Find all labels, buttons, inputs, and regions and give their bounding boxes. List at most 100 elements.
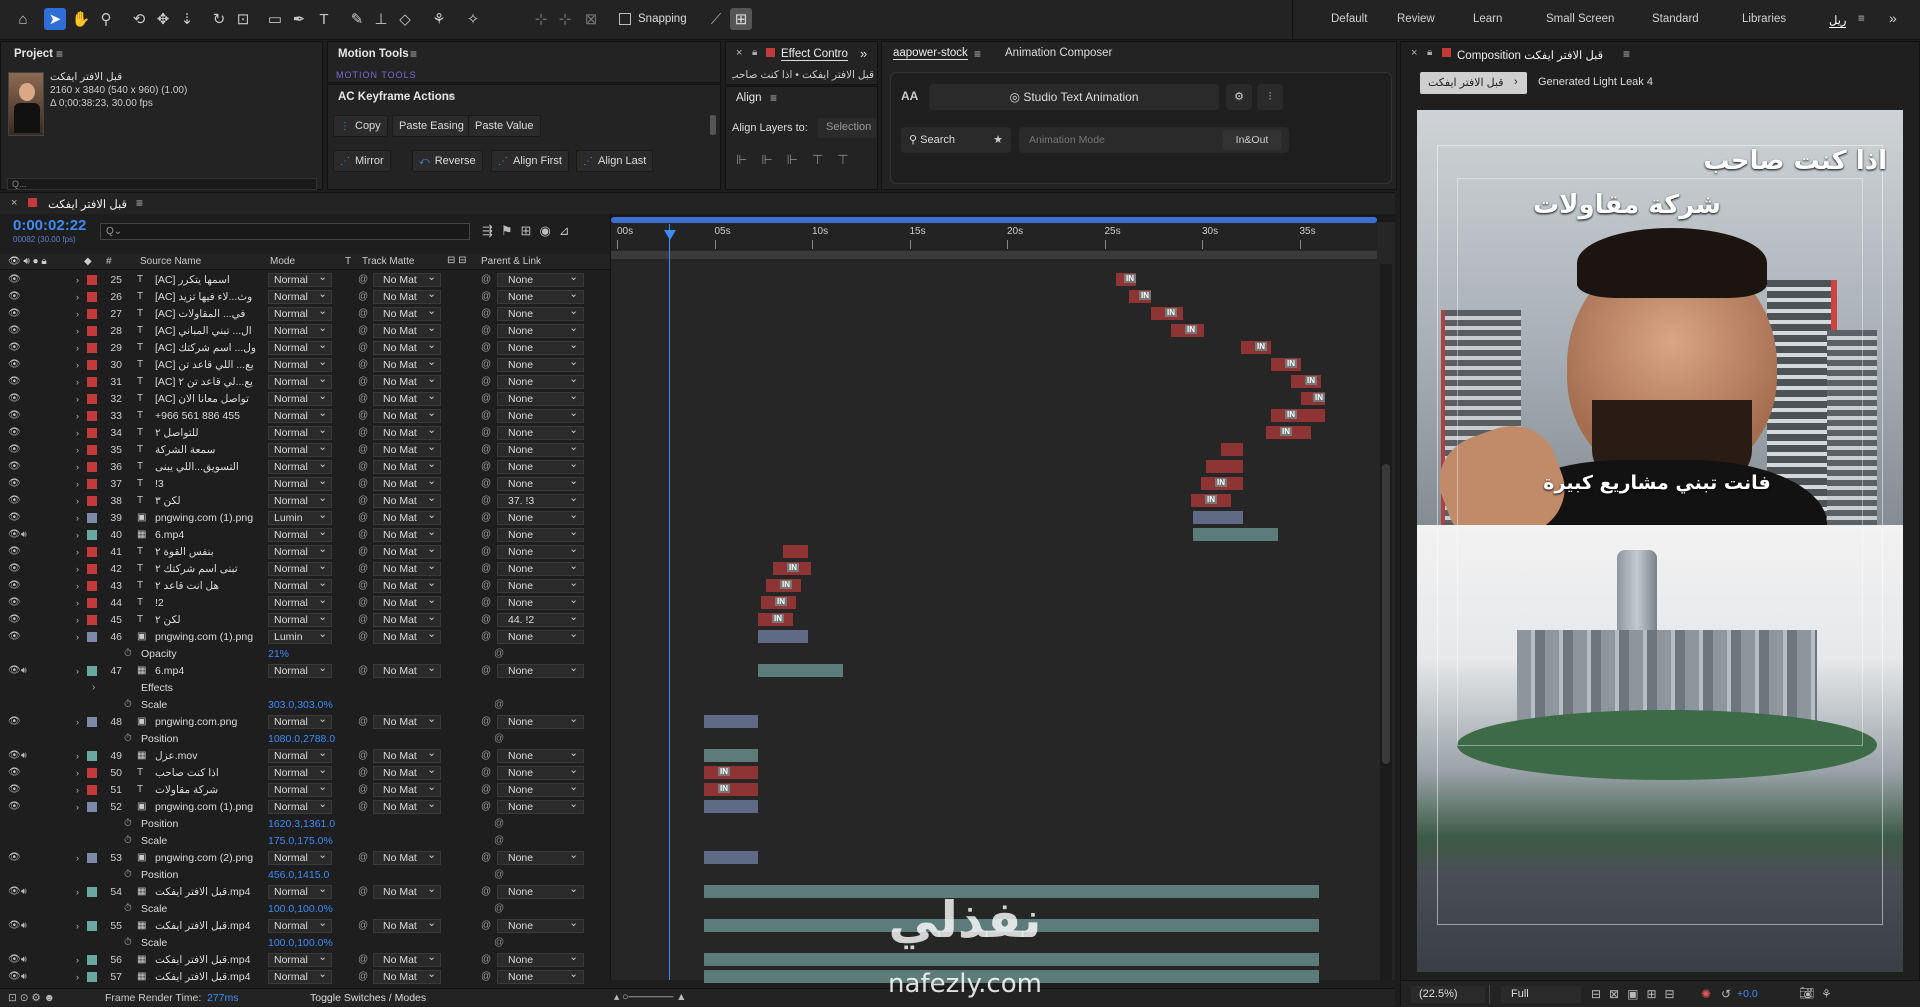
eye-icon[interactable]: 👁︎ <box>8 597 21 608</box>
matte-source-icon[interactable]: @ <box>358 274 368 285</box>
parent-pickwhip-icon[interactable]: @ <box>481 750 491 761</box>
layer-row[interactable]: 👁︎ › 53 ▣ pngwing.com (2).pngNormal @ No Mat @ N… <box>0 849 610 866</box>
parent-pickwhip-icon[interactable]: @ <box>481 597 491 608</box>
star-icon[interactable]: ★ <box>993 127 1003 153</box>
anchor-tool-icon[interactable]: ⊡ <box>232 8 254 30</box>
chevron-right-icon[interactable]: › <box>76 887 79 897</box>
animation-composer-tab[interactable]: Animation Composer <box>1005 47 1112 59</box>
layer-row[interactable]: 👁︎🔊︎ › 54 ▦ قبل الافتر ايفكت.mp4Normal @ No Ma… <box>0 883 610 900</box>
chevron-right-icon[interactable]: › <box>76 955 79 965</box>
layer-row[interactable]: 👁︎ › 28 T [AC] ال... تبني المبانيNormal @ No M… <box>0 322 610 339</box>
stopwatch-icon[interactable]: ⏱ <box>124 937 132 948</box>
eye-icon[interactable]: 👁︎ <box>8 852 21 863</box>
snap-features-icon[interactable]: ⊞ <box>730 8 752 30</box>
parent-select[interactable]: None <box>497 781 584 797</box>
track-matte-select[interactable]: No Mat <box>373 628 441 644</box>
parent-pickwhip-icon[interactable]: @ <box>481 665 491 676</box>
comp-breadcrumb-light-leak[interactable]: Generated Light Leak 4 <box>1538 76 1653 88</box>
layer-row[interactable]: 👁︎ › 44 T !2Normal @ No Mat @ None <box>0 594 610 611</box>
stopwatch-icon[interactable]: ⏱ <box>124 818 132 829</box>
matte-source-icon[interactable]: @ <box>358 410 368 421</box>
layer-property-row[interactable]: ⏱ Position 1080.0,2788.0 @ <box>0 730 610 747</box>
parent-select[interactable]: None <box>497 390 584 406</box>
matte-source-icon[interactable]: @ <box>358 614 368 625</box>
eye-icon[interactable]: 👁︎ <box>8 444 21 455</box>
parent-pickwhip-icon[interactable]: @ <box>481 580 491 591</box>
layer-duration-bar[interactable]: IN <box>758 613 793 626</box>
layer-name[interactable]: تبنى اسم شركتك ٢ <box>155 563 267 575</box>
panel-menu-icon[interactable]: ≡ <box>770 91 777 105</box>
layer-duration-bar[interactable]: IN <box>1301 392 1325 405</box>
layer-name[interactable]: بنفس القوة ٢ <box>155 546 267 558</box>
parent-select[interactable]: None <box>497 288 584 304</box>
matte-source-icon[interactable]: @ <box>358 954 368 965</box>
parent-select[interactable]: None <box>497 798 584 814</box>
chevron-right-icon[interactable]: › <box>76 802 79 812</box>
layer-duration-bar[interactable]: IN <box>1151 307 1183 320</box>
blend-mode-select[interactable]: Normal <box>268 543 332 559</box>
current-time-indicator[interactable] <box>669 224 670 980</box>
matte-source-icon[interactable]: @ <box>358 546 368 557</box>
layer-name[interactable]: هل انت قاعد ٢ <box>155 580 267 592</box>
layer-property-row[interactable]: ⏱ Scale 175.0,175.0% @ <box>0 832 610 849</box>
label-color-swatch[interactable] <box>87 631 97 642</box>
animation-mode-field[interactable]: Animation Mode In&Out <box>1019 127 1289 153</box>
eye-icon[interactable]: 👁︎ <box>8 359 21 370</box>
parent-pickwhip-icon[interactable]: @ <box>481 512 491 523</box>
blend-mode-select[interactable]: Normal <box>268 475 332 491</box>
layer-row[interactable]: 👁︎🔊︎ › 55 ▦ قبل الافتر ايفكت.mp4Normal @ No Ma… <box>0 917 610 934</box>
lock-icon[interactable]: 🔒︎ <box>752 47 757 58</box>
keyframe-actions-title[interactable]: AC Keyframe Actions <box>338 91 455 103</box>
pickwhip-icon[interactable]: @ <box>494 835 504 846</box>
speaker-icon[interactable]: 🔊︎ <box>21 665 27 676</box>
playhead-icon[interactable] <box>664 230 676 240</box>
layer-name[interactable]: [AC] تواصل معانا الان <box>155 393 267 405</box>
track-matte-select[interactable]: No Mat <box>373 492 441 508</box>
blend-mode-select[interactable]: Normal <box>268 458 332 474</box>
layer-duration-bar[interactable] <box>704 715 758 728</box>
zoom-slider[interactable]: ▴ ○────── ▲ <box>614 991 686 1003</box>
layer-row[interactable]: 👁︎ › 42 T تبنى اسم شركتك ٢Normal @ No Mat @ None <box>0 560 610 577</box>
matte-source-icon[interactable]: @ <box>358 784 368 795</box>
chevron-right-icon[interactable]: › <box>76 445 79 455</box>
workspace-small-screen[interactable]: Small Screen <box>1546 13 1614 25</box>
track-matte-select[interactable]: No Mat <box>373 390 441 406</box>
close-icon[interactable]: × <box>736 47 742 59</box>
layer-property-row[interactable]: ⏱ Scale 100.0,100.0% @ <box>0 900 610 917</box>
parent-pickwhip-icon[interactable]: @ <box>481 920 491 931</box>
matte-source-icon[interactable]: @ <box>358 801 368 812</box>
blend-mode-select[interactable]: Normal <box>268 781 332 797</box>
eye-icon[interactable]: 👁︎ <box>8 410 21 421</box>
zoom-nav-bar[interactable] <box>611 251 1377 259</box>
layer-property-row[interactable]: ⏱ Opacity 21% @ <box>0 645 610 662</box>
blend-mode-select[interactable]: Normal <box>268 764 332 780</box>
parent-select[interactable]: None <box>497 713 584 729</box>
speaker-icon[interactable]: 🔊︎ <box>21 529 27 540</box>
resolution-select[interactable]: Full <box>1501 986 1581 1003</box>
align-title[interactable]: Align <box>736 92 762 104</box>
chevron-right-icon[interactable]: › <box>76 326 79 336</box>
speaker-icon[interactable]: 🔊︎ <box>21 750 27 761</box>
matte-source-icon[interactable]: @ <box>358 478 368 489</box>
eye-icon[interactable]: 👁︎ <box>8 580 21 591</box>
project-title[interactable]: Project <box>14 48 53 60</box>
color-channel-icon[interactable]: ✺ <box>1701 987 1711 1001</box>
matte-source-icon[interactable]: @ <box>358 308 368 319</box>
puppet-pin-icon[interactable]: ✧ <box>462 8 484 30</box>
footer-icons[interactable]: ⊡ ⊙ ⚙ ☻ <box>8 992 55 1004</box>
track-matte-header[interactable]: Track Matte <box>362 256 414 267</box>
track-matte-select[interactable]: No Mat <box>373 781 441 797</box>
layer-row[interactable]: 👁︎ › 43 T هل انت قاعد ٢Normal @ No Mat @ None <box>0 577 610 594</box>
layer-duration-bar[interactable]: IN <box>1271 409 1325 422</box>
parent-select[interactable]: None <box>497 849 584 865</box>
matte-source-icon[interactable]: @ <box>358 852 368 863</box>
chevron-right-icon[interactable]: › <box>76 275 79 285</box>
layer-duration-bar[interactable] <box>1193 511 1243 524</box>
eye-icon[interactable]: 👁︎ <box>8 920 21 931</box>
av-switches-icon[interactable]: 👁︎ 🔊︎ ● 🔒︎ <box>8 256 47 267</box>
layer-name[interactable]: لكن ٣ <box>155 495 267 507</box>
matte-source-icon[interactable]: @ <box>358 325 368 336</box>
label-color-swatch[interactable] <box>87 342 97 353</box>
matte-source-icon[interactable]: @ <box>358 529 368 540</box>
matte-source-icon[interactable]: @ <box>358 767 368 778</box>
